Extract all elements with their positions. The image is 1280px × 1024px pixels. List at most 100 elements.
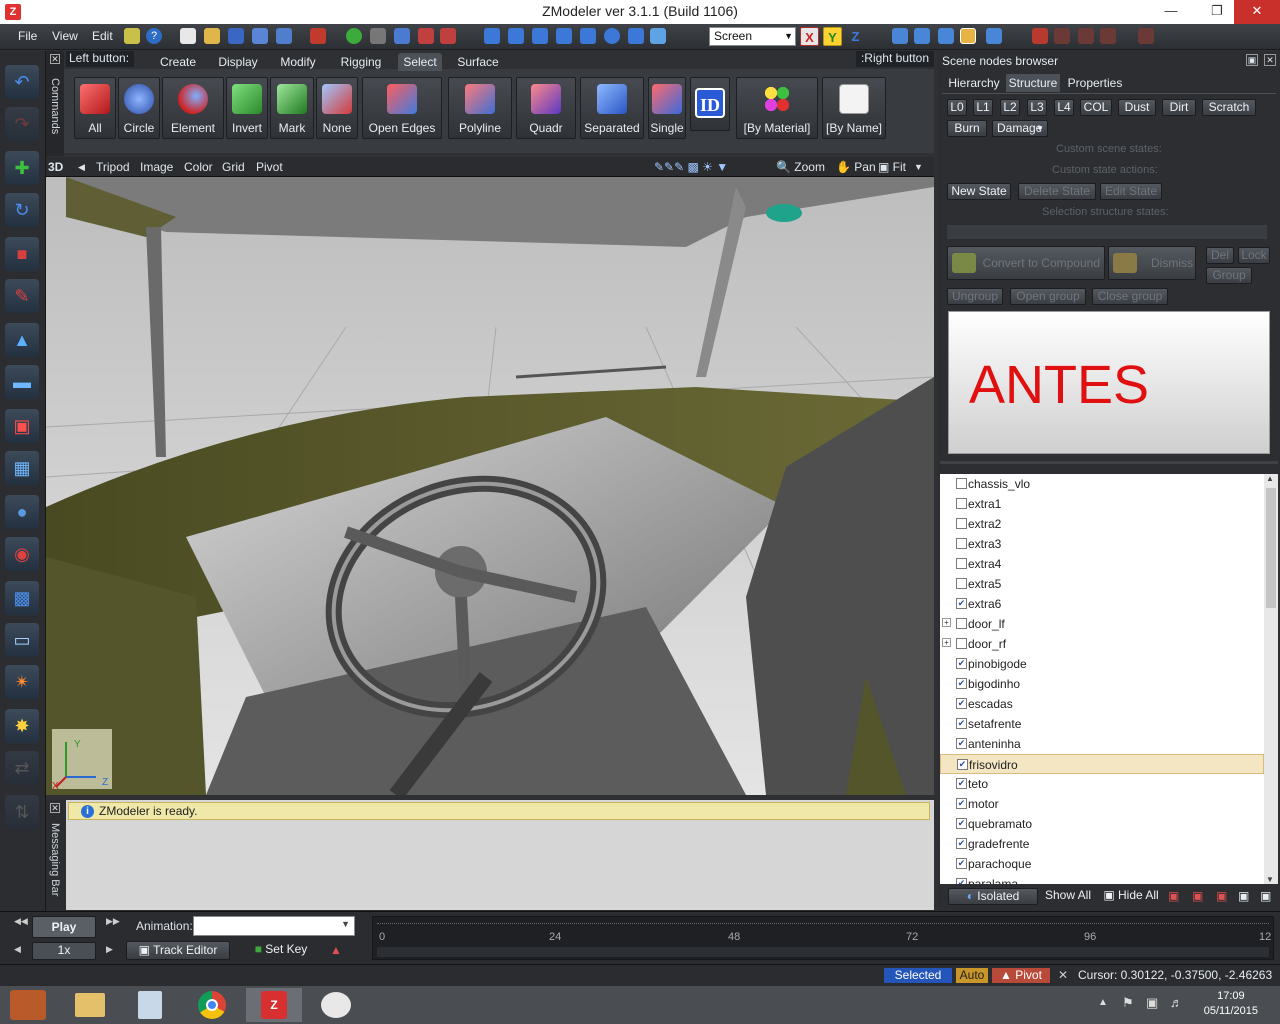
tab-hierarchy[interactable]: Hierarchy <box>944 74 1004 92</box>
burst-tool-icon[interactable]: ✸ <box>5 709 39 743</box>
axis-y-toggle[interactable]: Y <box>823 27 842 46</box>
tab-structure[interactable]: Structure <box>1006 74 1060 92</box>
axis-x-toggle[interactable]: X <box>800 27 819 46</box>
flag-icon[interactable]: ⚑ <box>1122 995 1134 1011</box>
render-mode-icons[interactable]: ✎✎✎ ▩ ☀ ▼ <box>654 160 728 174</box>
dismiss-button[interactable]: Dismiss <box>1108 246 1196 280</box>
taskbar-zmodeler[interactable]: Z <box>246 988 302 1022</box>
dust-button[interactable]: Dust <box>1118 99 1156 116</box>
surface-icon[interactable] <box>484 28 500 44</box>
lod-l3-button[interactable]: L3 <box>1027 99 1047 116</box>
visibility-checkbox[interactable] <box>956 498 967 509</box>
pin-panel-icon[interactable]: ▣ <box>1246 54 1258 66</box>
visibility-checkbox[interactable] <box>956 558 967 569</box>
speed-selector[interactable]: 1x <box>32 942 96 960</box>
3d-viewport[interactable]: Y Z X <box>46 177 934 795</box>
visibility-checkbox[interactable] <box>956 478 967 489</box>
node-row[interactable]: chassis_vlo <box>940 474 1264 494</box>
select-by-material-button[interactable]: [By Material] <box>736 77 818 139</box>
material-icon[interactable] <box>650 28 666 44</box>
taskbar-calculator[interactable] <box>122 988 178 1022</box>
splitter[interactable] <box>940 461 1278 464</box>
viewport-menu-color[interactable]: Color <box>184 160 213 174</box>
lod-l1-button[interactable]: L1 <box>973 99 993 116</box>
close-messages-icon[interactable]: ✕ <box>50 803 60 813</box>
viewport-menu-pivot[interactable]: Pivot <box>256 160 283 174</box>
extrude-tool-icon[interactable]: ▬ <box>5 365 39 399</box>
box-tool-icon[interactable]: ▭ <box>5 623 39 657</box>
tab-surface[interactable]: Surface <box>450 53 506 71</box>
snap-active-icon[interactable] <box>960 28 976 44</box>
track-editor-button[interactable]: ▣ Track Editor <box>126 941 230 960</box>
close-panel-icon[interactable]: ✕ <box>1264 54 1276 66</box>
auto-mode-indicator[interactable]: Auto <box>956 968 988 983</box>
lock-button[interactable]: Lock <box>1238 247 1270 264</box>
filter-icon-2[interactable]: ▣ <box>1192 889 1203 903</box>
tab-properties[interactable]: Properties <box>1064 74 1126 92</box>
align-tool-icon[interactable]: ✎ <box>5 279 39 313</box>
set-key-button[interactable]: ■ Set Key <box>236 941 326 960</box>
viewport-menu-tripod[interactable]: Tripod <box>96 160 130 174</box>
node-row[interactable]: ✔ quebramato <box>940 814 1264 834</box>
create-tool-icon[interactable]: ▲ <box>5 323 39 357</box>
node-row[interactable]: extra1 <box>940 494 1264 514</box>
system-clock[interactable]: 17:09 05/11/2015 <box>1204 989 1258 1019</box>
viewport-zoom-button[interactable]: 🔍 Zoom <box>776 160 825 174</box>
explode-tool-icon[interactable]: ✴ <box>5 665 39 699</box>
node-row[interactable]: ✔ anteninha <box>940 734 1264 754</box>
vertex-icon[interactable] <box>508 28 524 44</box>
show-all-button[interactable]: Show All <box>1040 888 1096 905</box>
help-icon[interactable]: ? <box>146 28 162 44</box>
structure-states-field[interactable] <box>947 225 1267 239</box>
weld-tool-icon[interactable]: ● <box>5 495 39 529</box>
node-row[interactable]: ✔ setafrente <box>940 714 1264 734</box>
revert-icon[interactable] <box>310 28 326 44</box>
scroll-up-icon[interactable]: ▲ <box>1266 474 1274 483</box>
scale-tool-icon[interactable]: ■ <box>5 237 39 271</box>
import-icon[interactable] <box>276 28 292 44</box>
visibility-checkbox[interactable]: ✔ <box>956 818 967 829</box>
snap-face-icon[interactable] <box>986 28 1002 44</box>
restore-button[interactable]: ❐ <box>1200 0 1234 24</box>
visibility-checkbox[interactable]: ✔ <box>956 598 967 609</box>
visibility-checkbox[interactable] <box>956 638 967 649</box>
taskbar-chrome[interactable] <box>184 988 240 1022</box>
arrow-left-tool-icon[interactable]: ⇄ <box>5 751 39 785</box>
filter-icon-5[interactable]: ▣ <box>1260 889 1271 903</box>
node-row[interactable]: ✔ teto <box>940 774 1264 794</box>
close-group-button[interactable]: Close group <box>1092 288 1168 305</box>
lod-l0-button[interactable]: L0 <box>947 99 967 116</box>
node-row[interactable]: ✔ pinobigode <box>940 654 1264 674</box>
node-row[interactable]: ✔ frisovidro <box>940 754 1264 774</box>
ungroup-button[interactable]: Ungroup <box>947 288 1003 305</box>
node-row[interactable]: ✔ extra6 <box>940 594 1264 614</box>
hide-all-button[interactable]: ▣ Hide All <box>1098 888 1164 905</box>
select-open-edges-button[interactable]: Open Edges <box>362 77 442 139</box>
visibility-checkbox[interactable]: ✔ <box>956 838 967 849</box>
timeline-track[interactable] <box>377 947 1269 957</box>
move-tool-icon[interactable]: ✚ <box>5 151 39 185</box>
new-state-button[interactable]: New State <box>947 183 1011 200</box>
node-row[interactable]: ✔ paralama <box>940 874 1264 884</box>
lasso-icon[interactable] <box>1054 28 1070 44</box>
delete-key-icon[interactable]: ▲ <box>330 943 342 957</box>
select-by-name-button[interactable]: [By Name] <box>822 77 886 139</box>
tray-expand-icon[interactable]: ▲ <box>1098 997 1108 1008</box>
rotate-tool-icon[interactable]: ↻ <box>5 193 39 227</box>
timeline[interactable]: 0 24 48 72 96 12 <box>372 916 1274 960</box>
scratch-button[interactable]: Scratch <box>1202 99 1256 116</box>
expand-icon[interactable]: + <box>942 638 951 647</box>
visibility-checkbox[interactable]: ✔ <box>956 878 967 884</box>
group-button[interactable]: Group <box>1206 267 1252 284</box>
tab-modify[interactable]: Modify <box>272 53 324 71</box>
arrow-down-tool-icon[interactable]: ⇅ <box>5 795 39 829</box>
isolated-toggle[interactable]: ◐ Isolated <box>948 888 1038 905</box>
play-button[interactable]: Play <box>32 916 96 938</box>
viewport-pan-button[interactable]: ✋ Pan <box>836 160 876 174</box>
magnet-icon[interactable] <box>1032 28 1048 44</box>
node-row[interactable]: extra2 <box>940 514 1264 534</box>
step-forward-icon[interactable]: ▶ <box>106 944 113 955</box>
visibility-checkbox[interactable] <box>956 578 967 589</box>
node-list-scrollbar[interactable]: ▲ ▼ <box>1264 474 1278 884</box>
node-row[interactable]: + door_rf <box>940 634 1264 654</box>
